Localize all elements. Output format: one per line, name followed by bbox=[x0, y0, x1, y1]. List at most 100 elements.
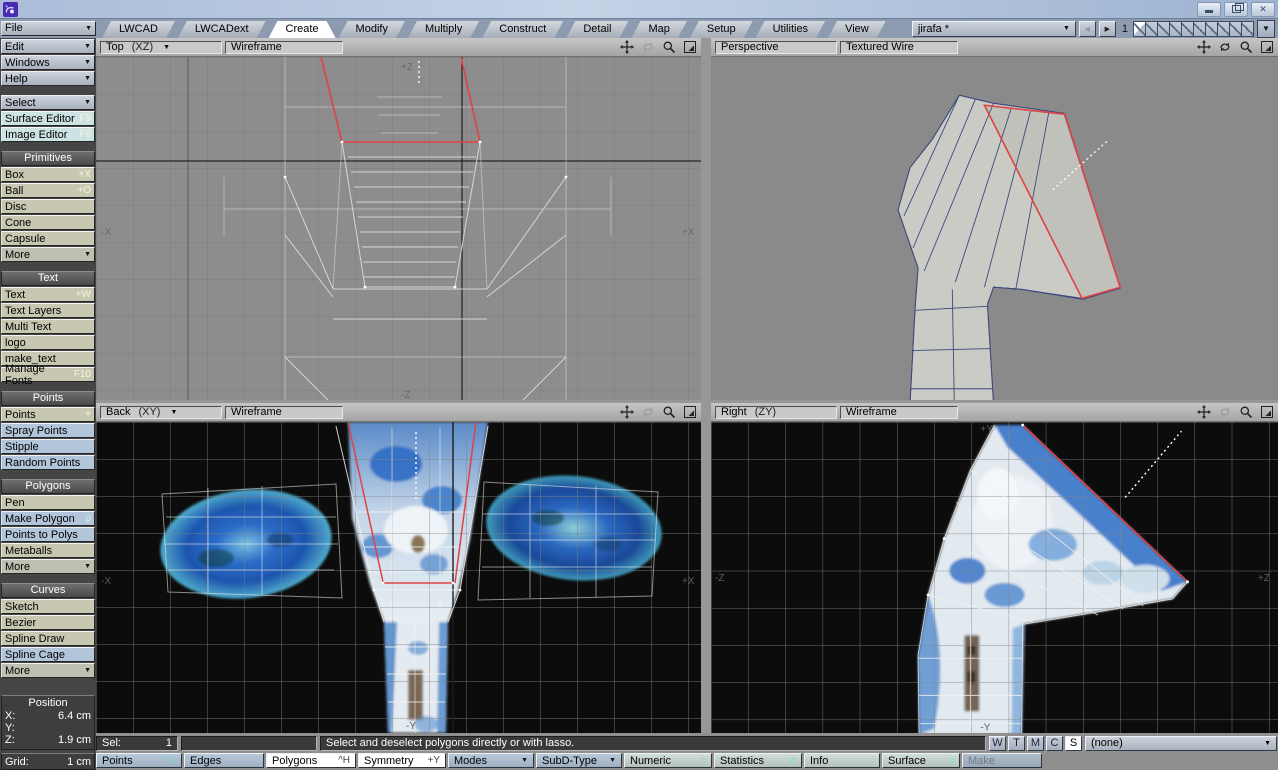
prev-layer-page-button[interactable]: ◀ bbox=[1078, 20, 1096, 37]
vmap-c-button[interactable]: C bbox=[1046, 735, 1063, 751]
sidebar-item-surface-editor[interactable]: Surface Editor F5 bbox=[1, 111, 95, 126]
tab-modify[interactable]: Modify bbox=[339, 21, 405, 38]
sidebar-item-points-to-polys[interactable]: Points to Polys bbox=[1, 527, 95, 542]
restore-button[interactable] bbox=[1224, 1, 1248, 17]
sidebar-item-stipple[interactable]: Stipple bbox=[1, 439, 95, 454]
toolbar-info-button[interactable]: Info i bbox=[804, 753, 880, 768]
sidebar-item-spline-draw[interactable]: Spline Draw bbox=[1, 631, 95, 646]
sidebar-item-more[interactable]: More ▼ bbox=[1, 663, 95, 678]
menu-file[interactable]: File ▼ bbox=[1, 20, 96, 36]
sidebar-item-random-points[interactable]: Random Points bbox=[1, 455, 95, 470]
toolbar-make-button[interactable]: Make bbox=[962, 753, 1042, 768]
maximize-icon[interactable] bbox=[1258, 40, 1276, 54]
rotate-icon[interactable] bbox=[1216, 40, 1234, 54]
menu-edit[interactable]: Edit ▼ bbox=[1, 39, 95, 54]
tab-setup[interactable]: Setup bbox=[690, 21, 753, 38]
viewport-back-mode-selector[interactable]: Wireframe bbox=[225, 405, 343, 419]
tab-detail[interactable]: Detail bbox=[566, 21, 628, 38]
toolbar-symmetry-button[interactable]: Symmetry +Y bbox=[358, 753, 446, 768]
toolbar-polygons-button[interactable]: Polygons ^H bbox=[266, 753, 356, 768]
tab-map[interactable]: Map bbox=[631, 21, 686, 38]
menu-windows[interactable]: Windows ▼ bbox=[1, 55, 95, 70]
sidebar-item-disc[interactable]: Disc bbox=[1, 199, 95, 214]
vmap-w-button[interactable]: W bbox=[989, 735, 1006, 751]
vmap-t-button[interactable]: T bbox=[1008, 735, 1025, 751]
zoom-icon[interactable] bbox=[1237, 405, 1255, 419]
layer-cell-10[interactable] bbox=[1241, 20, 1254, 37]
section-header-polygons: Polygons bbox=[1, 479, 95, 494]
tab-construct[interactable]: Construct bbox=[482, 21, 563, 38]
vertex-map-selector[interactable]: (none) ▼ bbox=[1085, 735, 1277, 751]
tab-multiply[interactable]: Multiply bbox=[408, 21, 479, 38]
minimize-button[interactable] bbox=[1197, 1, 1221, 17]
sidebar-item-pen[interactable]: Pen bbox=[1, 495, 95, 510]
close-button[interactable]: ✕ bbox=[1251, 1, 1275, 17]
sidebar-item-ball[interactable]: Ball +O bbox=[1, 183, 95, 198]
viewport-right-view-selector[interactable]: Right (ZY) bbox=[715, 405, 837, 419]
sidebar-item-bezier[interactable]: Bezier bbox=[1, 615, 95, 630]
pan-icon[interactable] bbox=[618, 40, 636, 54]
selection-info-box bbox=[181, 735, 317, 751]
sidebar-item-sketch[interactable]: Sketch bbox=[1, 599, 95, 614]
sidebar-item-text-layers[interactable]: Text Layers bbox=[1, 303, 95, 318]
sidebar-item-cone[interactable]: Cone bbox=[1, 215, 95, 230]
tab-lwcadext[interactable]: LWCADext bbox=[178, 21, 266, 38]
zoom-icon[interactable] bbox=[1237, 40, 1255, 54]
tab-utilities[interactable]: Utilities bbox=[756, 21, 825, 38]
maximize-icon[interactable] bbox=[681, 40, 699, 54]
sidebar-item-multi-text[interactable]: Multi Text bbox=[1, 319, 95, 334]
tab-lwcad[interactable]: LWCAD bbox=[102, 21, 175, 38]
sidebar-item-logo[interactable]: logo bbox=[1, 335, 95, 350]
next-layer-page-button[interactable]: ▶ bbox=[1098, 20, 1116, 37]
rotate-icon[interactable] bbox=[639, 40, 657, 54]
sidebar-item-more[interactable]: More ▼ bbox=[1, 247, 95, 262]
viewport-canvas-top[interactable]: +Z -Z -X +X bbox=[96, 57, 701, 400]
sidebar-item-spray-points[interactable]: Spray Points bbox=[1, 423, 95, 438]
sidebar-item-manage-fonts[interactable]: Manage Fonts F10 bbox=[1, 363, 95, 387]
vmap-m-button[interactable]: M bbox=[1027, 735, 1044, 751]
menu-select[interactable]: Select ▼ bbox=[1, 95, 95, 110]
sidebar-item-points[interactable]: Points + bbox=[1, 407, 95, 422]
sidebar-item-image-editor[interactable]: Image Editor F6 bbox=[1, 127, 95, 142]
sidebar-item-metaballs[interactable]: Metaballs bbox=[1, 543, 95, 558]
menu-help[interactable]: Help ▼ bbox=[1, 71, 95, 86]
maximize-icon[interactable] bbox=[681, 405, 699, 419]
zoom-icon[interactable] bbox=[660, 40, 678, 54]
toolbar-edges-button[interactable]: Edges bbox=[184, 753, 264, 768]
pan-icon[interactable] bbox=[1195, 40, 1213, 54]
maximize-icon[interactable] bbox=[1258, 405, 1276, 419]
layer-options-dropdown[interactable]: ▼ bbox=[1257, 19, 1275, 38]
vmap-s-button[interactable]: S bbox=[1065, 735, 1082, 751]
toolbar-subd-type-button[interactable]: SubD-Type ▼ bbox=[536, 753, 622, 768]
viewport-top-view-selector[interactable]: Top (XZ) ▼ bbox=[100, 40, 222, 54]
tab-view[interactable]: View bbox=[828, 21, 886, 38]
viewport-canvas-perspective[interactable] bbox=[711, 57, 1278, 400]
axis-label: +X bbox=[682, 227, 695, 238]
toolbar-points-button[interactable]: Points ^G bbox=[96, 753, 182, 768]
sidebar-item-text[interactable]: Text +W bbox=[1, 287, 95, 302]
viewport-right-mode-selector[interactable]: Wireframe bbox=[840, 405, 958, 419]
viewport-back-view-selector[interactable]: Back (XY) ▼ bbox=[100, 405, 222, 419]
sidebar-item-box[interactable]: Box +X bbox=[1, 167, 95, 182]
toolbar-numeric-button[interactable]: Numeric n bbox=[624, 753, 712, 768]
sidebar-item-capsule[interactable]: Capsule bbox=[1, 231, 95, 246]
viewport-canvas-back[interactable]: -X +X -Y bbox=[96, 422, 701, 733]
position-row-y: Y: bbox=[5, 722, 15, 734]
rotate-icon[interactable] bbox=[639, 405, 657, 419]
viewport-top-mode-selector[interactable]: Wireframe bbox=[225, 40, 343, 54]
tab-create[interactable]: Create bbox=[269, 21, 336, 38]
viewport-canvas-right[interactable]: +Y -Y -Z +Z bbox=[711, 422, 1278, 733]
sidebar-item-more[interactable]: More ▼ bbox=[1, 559, 95, 574]
viewport-perspective-mode-selector[interactable]: Textured Wire bbox=[840, 40, 958, 54]
zoom-icon[interactable] bbox=[660, 405, 678, 419]
toolbar-statistics-button[interactable]: Statistics w bbox=[714, 753, 802, 768]
rotate-icon[interactable] bbox=[1216, 405, 1234, 419]
toolbar-modes-button[interactable]: Modes ▼ bbox=[448, 753, 534, 768]
object-selector-dropdown[interactable]: jirafa * ▼ bbox=[911, 20, 1076, 37]
toolbar-surface-button[interactable]: Surface q bbox=[882, 753, 960, 768]
pan-icon[interactable] bbox=[618, 405, 636, 419]
pan-icon[interactable] bbox=[1195, 405, 1213, 419]
sidebar-item-spline-cage[interactable]: Spline Cage bbox=[1, 647, 95, 662]
viewport-perspective-view-selector[interactable]: Perspective bbox=[715, 40, 837, 54]
sidebar-item-make-polygon[interactable]: Make Polygon p bbox=[1, 511, 95, 526]
